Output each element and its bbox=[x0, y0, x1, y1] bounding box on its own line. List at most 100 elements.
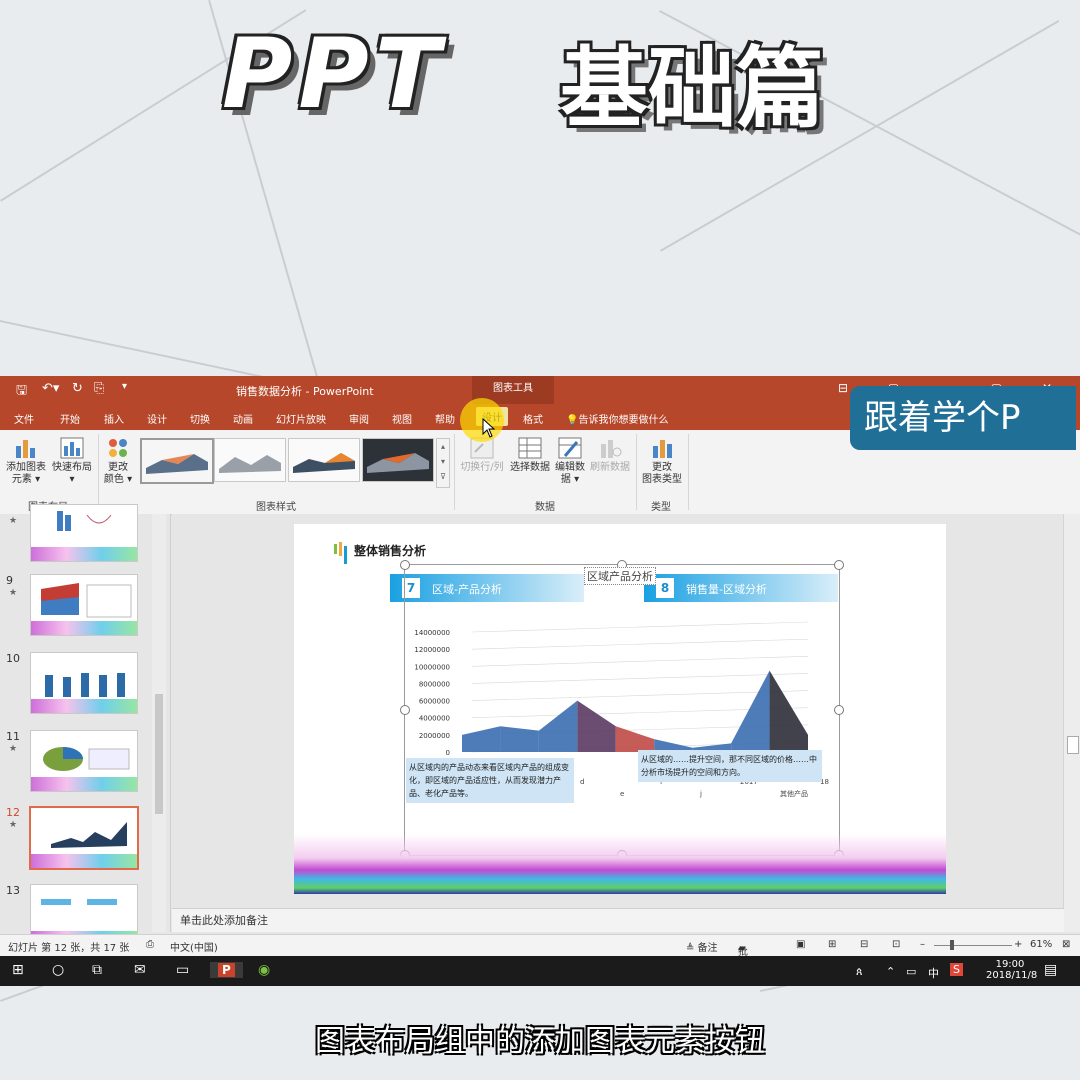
zoom-slider[interactable] bbox=[934, 945, 1012, 946]
tell-me-search[interactable]: 💡告诉我你想要做什么 bbox=[566, 411, 668, 426]
change-chart-type-button[interactable]: 更改 图表类型 bbox=[640, 436, 684, 486]
search-icon[interactable]: ○ bbox=[52, 962, 64, 978]
refresh-data-icon bbox=[601, 440, 622, 458]
tab-design[interactable]: 设计 bbox=[147, 411, 167, 426]
chart-style-2[interactable] bbox=[214, 438, 286, 482]
change-chart-type-label2: 图表类型 bbox=[642, 474, 682, 485]
people-icon[interactable]: ጰ bbox=[856, 965, 863, 979]
change-chart-type-icon bbox=[653, 440, 672, 458]
zoom-level[interactable]: 61% bbox=[1030, 939, 1052, 950]
language-indicator[interactable]: 中文(中国) bbox=[170, 939, 218, 954]
palette-icon bbox=[109, 439, 127, 457]
tab-help[interactable]: 帮助 bbox=[435, 411, 455, 426]
tab-animations[interactable]: 动画 bbox=[233, 411, 253, 426]
select-data-button[interactable]: 选择数据 bbox=[508, 436, 552, 474]
channel-badge: 跟着学个P bbox=[850, 386, 1076, 450]
lightbulb-icon: 💡 bbox=[566, 415, 579, 426]
add-chart-element-button[interactable]: 添加图表 元素 ▾ bbox=[4, 436, 48, 486]
zoom-in-icon[interactable]: + bbox=[1014, 939, 1022, 950]
edit-data-button[interactable]: 编辑数 据 ▾ bbox=[552, 436, 588, 486]
switch-row-column-label: 切换行/列 bbox=[460, 462, 504, 473]
fit-to-window-icon[interactable]: ⊠ bbox=[1062, 939, 1070, 950]
clock[interactable]: 19:00 2018/11/8 bbox=[986, 959, 1037, 981]
chart-style-3[interactable] bbox=[288, 438, 360, 482]
resize-handle[interactable] bbox=[834, 705, 844, 715]
vertical-scrollbar[interactable] bbox=[1063, 514, 1080, 932]
tell-me-label: 告诉我你想要做什么 bbox=[578, 415, 669, 426]
sogou-input-icon[interactable]: S bbox=[950, 963, 963, 976]
slide-sorter-icon[interactable]: ⊞ bbox=[828, 939, 836, 950]
tab-format[interactable]: 格式 bbox=[523, 411, 543, 426]
task-view-icon[interactable]: ⧉ bbox=[92, 962, 102, 978]
video-subtitle: 图表布局组中的添加图表元素按钮 bbox=[315, 1024, 765, 1059]
ime-indicator[interactable]: 中 bbox=[928, 965, 939, 981]
chart-style-4[interactable] bbox=[362, 438, 434, 482]
chart-style-1[interactable] bbox=[140, 438, 214, 484]
add-chart-element-label1: 添加图表 bbox=[6, 462, 46, 473]
start-show-icon[interactable]: ⎘ bbox=[94, 381, 104, 396]
windows-start-icon[interactable]: ⊞ bbox=[12, 962, 24, 978]
separator bbox=[98, 434, 99, 510]
notes-pane[interactable]: 单击此处添加备注 bbox=[172, 908, 1064, 932]
separator bbox=[688, 434, 689, 510]
chart-title[interactable]: 区域产品分析 bbox=[584, 567, 656, 585]
accessibility-icon[interactable]: ⎙ bbox=[146, 939, 154, 950]
quick-layout-label2: ▾ bbox=[69, 474, 75, 485]
normal-view-icon[interactable]: ▣ bbox=[796, 939, 805, 950]
thumbnail-scrollbar[interactable] bbox=[152, 514, 166, 932]
chart-styles-scroll[interactable]: ▴ ▾ ⊽ bbox=[436, 438, 450, 488]
slide-thumb-12[interactable] bbox=[29, 806, 139, 870]
refresh-data-button[interactable]: 刷新数据 bbox=[588, 436, 632, 474]
thumb-star: ★ bbox=[9, 516, 18, 526]
slide-thumb-10[interactable] bbox=[30, 652, 138, 714]
resize-handle[interactable] bbox=[400, 560, 410, 570]
title-banner: PPT 基础篇 bbox=[0, 8, 1080, 140]
slideshow-icon[interactable]: ⊡ bbox=[892, 939, 900, 950]
tab-home[interactable]: 开始 bbox=[60, 411, 80, 426]
zoom-slider-thumb[interactable] bbox=[950, 940, 954, 950]
tab-slideshow[interactable]: 幻灯片放映 bbox=[276, 411, 326, 426]
resize-handle[interactable] bbox=[400, 705, 410, 715]
customize-qa-icon[interactable]: ▾ bbox=[122, 381, 127, 392]
slide-canvas[interactable]: 整体销售分析 7 区域-产品分析 8 销售量-区域分析 14000000 1200… bbox=[294, 524, 946, 894]
notes-toggle[interactable]: ≜ 备注 bbox=[686, 939, 718, 954]
slide-thumb-11[interactable] bbox=[30, 730, 138, 792]
change-chart-type-label1: 更改 bbox=[652, 462, 672, 473]
change-colors-button[interactable]: 更改 颜色 ▾ bbox=[100, 436, 136, 486]
tray-expand-icon[interactable]: ⌃ bbox=[886, 965, 895, 978]
thumb-number-9: 9 bbox=[6, 574, 13, 587]
tab-review[interactable]: 审阅 bbox=[349, 411, 369, 426]
thumb-star-9: ★ bbox=[9, 588, 18, 598]
edit-data-icon bbox=[558, 437, 582, 459]
banner-latin: PPT bbox=[222, 18, 447, 130]
thumb-number-13: 13 bbox=[6, 884, 20, 897]
group-data: 数据 bbox=[535, 502, 555, 513]
undo-icon[interactable]: ↶▾ bbox=[42, 381, 59, 396]
slide-thumb-8[interactable] bbox=[30, 504, 138, 562]
quick-layout-button[interactable]: 快速布局 ▾ bbox=[50, 436, 94, 486]
tab-insert[interactable]: 插入 bbox=[104, 411, 124, 426]
mail-icon[interactable]: ✉ bbox=[134, 962, 146, 978]
recorder-app-icon[interactable]: ◉ bbox=[258, 962, 270, 978]
quick-layout-icon bbox=[60, 437, 84, 459]
zoom-out-icon[interactable]: – bbox=[920, 939, 925, 950]
save-icon[interactable]: 🖫 bbox=[16, 381, 27, 403]
tab-transitions[interactable]: 切换 bbox=[190, 411, 210, 426]
redo-icon[interactable]: ↻ bbox=[72, 381, 83, 396]
chart-selection-frame[interactable] bbox=[404, 564, 840, 856]
thumb-number-11: 11 bbox=[6, 730, 20, 743]
file-explorer-icon[interactable]: ▭ bbox=[176, 962, 189, 978]
network-icon[interactable]: ▭ bbox=[906, 965, 916, 978]
tab-view[interactable]: 视图 bbox=[392, 411, 412, 426]
notification-icon[interactable]: ▤ bbox=[1044, 962, 1057, 978]
powerpoint-taskbar-icon[interactable]: P bbox=[210, 962, 243, 978]
refresh-data-label: 刷新数据 bbox=[590, 462, 630, 473]
tab-file[interactable]: 文件 bbox=[14, 411, 34, 426]
separator bbox=[454, 434, 455, 510]
document-title: 销售数据分析 - PowerPoint bbox=[236, 385, 374, 398]
thumb-number-12: 12 bbox=[6, 806, 20, 819]
slide-thumb-9[interactable] bbox=[30, 574, 138, 636]
reading-view-icon[interactable]: ⊟ bbox=[860, 939, 868, 950]
resize-handle[interactable] bbox=[834, 560, 844, 570]
clock-time: 19:00 bbox=[995, 959, 1025, 970]
